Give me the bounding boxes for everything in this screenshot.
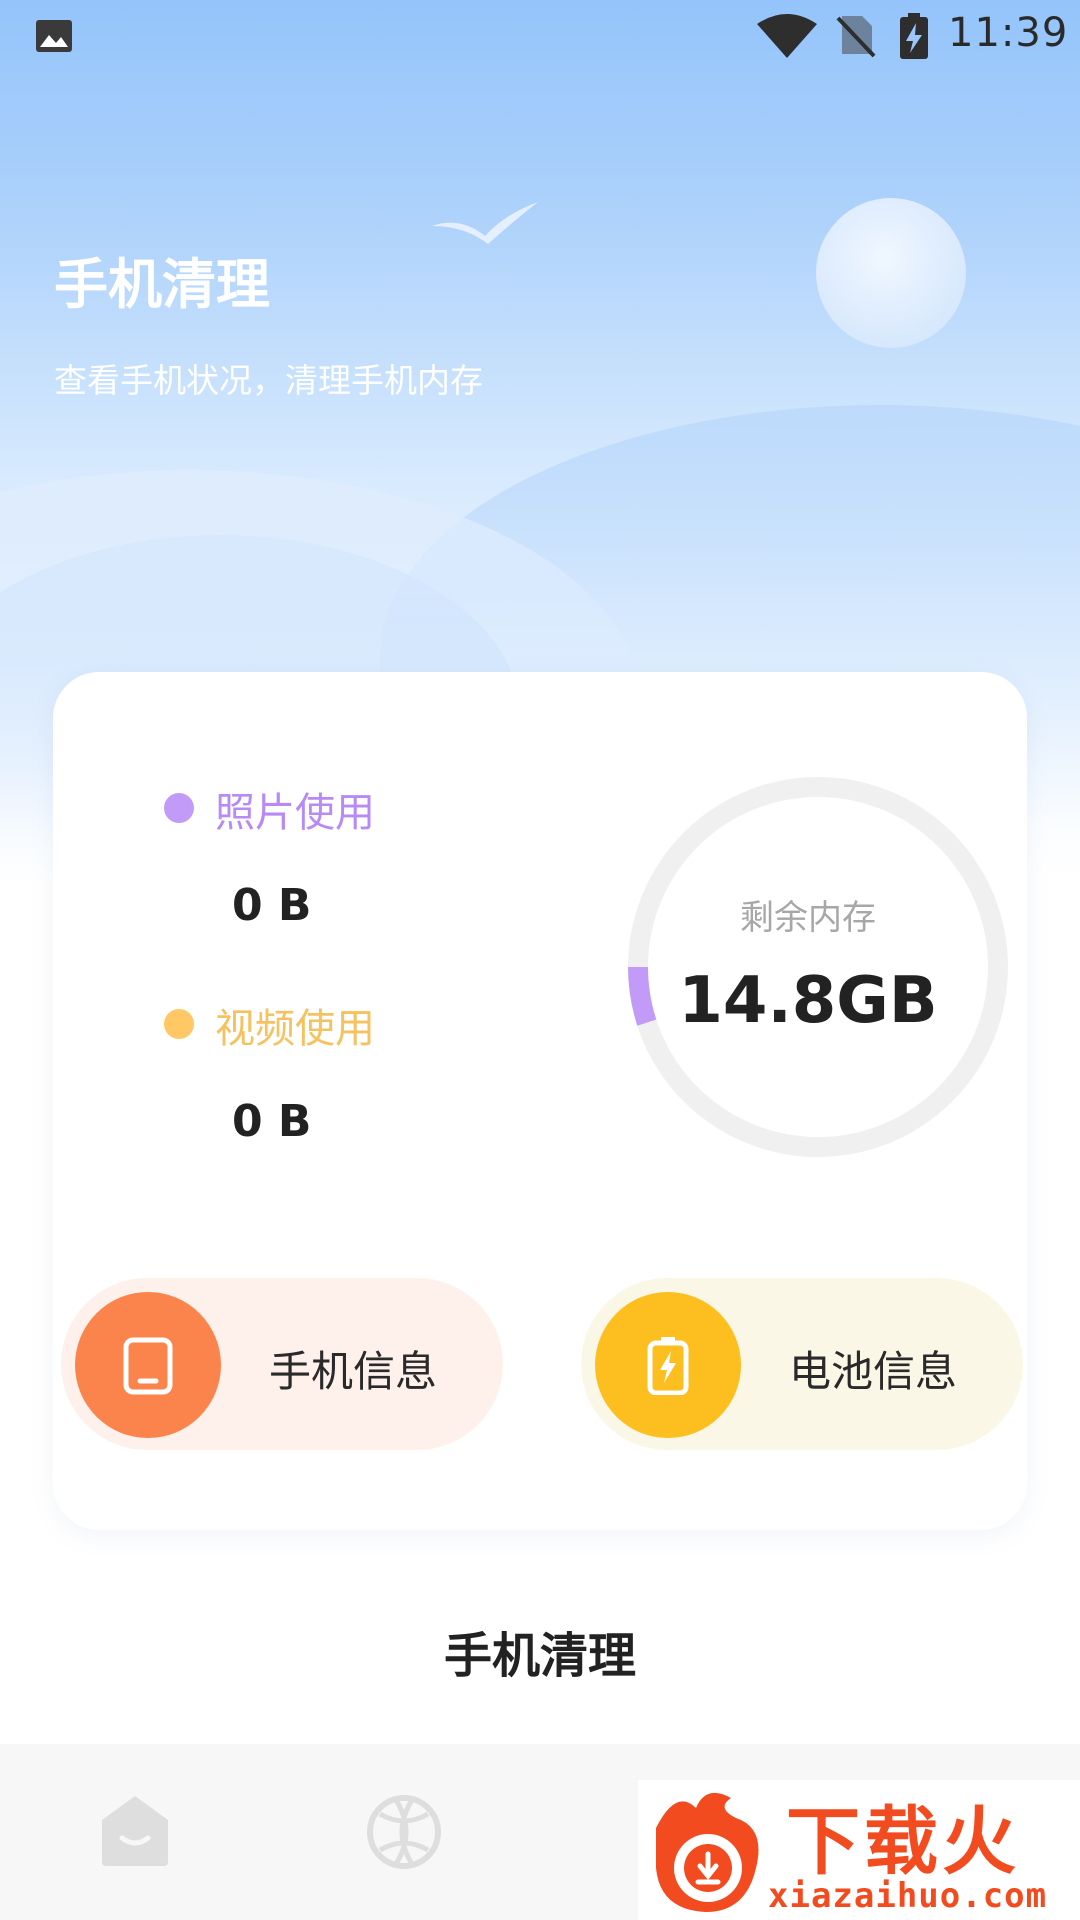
- photo-usage-value: 0 B: [232, 880, 312, 931]
- phone-info-button[interactable]: 手机信息: [61, 1278, 503, 1450]
- photo-usage-label: 照片使用: [215, 790, 375, 836]
- video-usage-label: 视频使用: [215, 1006, 375, 1052]
- battery-icon-badge: [595, 1292, 741, 1438]
- no-sim-icon: [836, 16, 876, 58]
- watermark-domain: xiazaihuo.com: [768, 1876, 1048, 1916]
- battery-info-label: 电池信息: [789, 1347, 958, 1396]
- section-title: 手机清理: [443, 1628, 636, 1684]
- status-bar: 11:39: [0, 0, 1080, 72]
- phone-info-label: 手机信息: [269, 1347, 438, 1396]
- page-title: 手机清理: [54, 253, 270, 316]
- flame-logo-icon: [656, 1792, 759, 1912]
- battery-icon: [647, 1337, 689, 1395]
- video-legend-dot: [164, 1009, 194, 1039]
- phone-icon: [123, 1337, 173, 1395]
- phone-icon-badge: [75, 1292, 221, 1438]
- bird-illustration: [432, 202, 538, 244]
- watermark-text: 下载火: [786, 1799, 1020, 1885]
- watermark: 下载火 xiazaihuo.com: [638, 1780, 1080, 1920]
- home-icon[interactable]: [98, 1794, 172, 1868]
- storage-card: 照片使用 0 B 视频使用 0 B 剩余内存 14.8GB 手机信息 电池信息: [53, 672, 1027, 1530]
- battery-info-button[interactable]: 电池信息: [581, 1278, 1023, 1450]
- battery-charging-icon: [900, 13, 928, 59]
- globe-icon[interactable]: [366, 1794, 442, 1870]
- video-usage-value: 0 B: [232, 1096, 312, 1147]
- gallery-icon: [36, 20, 72, 52]
- sun-illustration: [816, 198, 966, 348]
- status-time: 11:39: [948, 10, 1069, 56]
- photo-legend-dot: [164, 793, 194, 823]
- remaining-memory-value: 14.8GB: [678, 964, 938, 1038]
- wifi-icon: [757, 14, 817, 58]
- page-subtitle: 查看手机状况，清理手机内存: [54, 361, 483, 400]
- remaining-memory-label: 剩余内存: [740, 898, 876, 938]
